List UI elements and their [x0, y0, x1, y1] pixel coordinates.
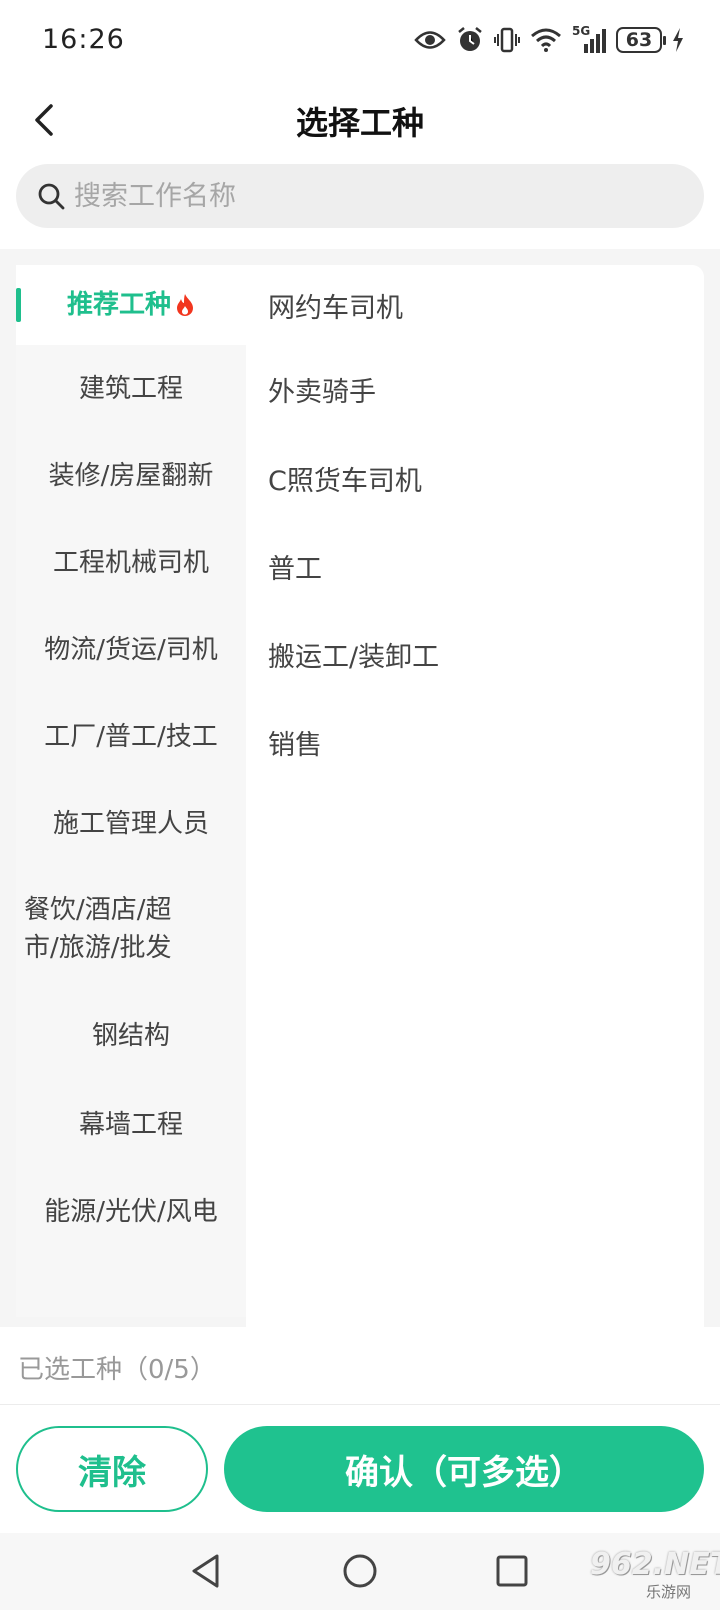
- search-bar[interactable]: [16, 164, 704, 228]
- sidebar-item-catering[interactable]: 餐饮/酒店/超市/旅游/批发: [16, 867, 246, 991]
- battery-level: 63: [625, 29, 653, 51]
- sidebar-item-label: 工厂/普工/技工: [44, 721, 218, 752]
- alarm-icon: [456, 26, 484, 54]
- network-type-label: 5G: [572, 24, 591, 38]
- nav-recents-icon[interactable]: [488, 1547, 536, 1595]
- clear-button[interactable]: 清除: [16, 1426, 208, 1512]
- status-time: 16:26: [42, 24, 125, 55]
- sidebar-item-label: 餐饮/酒店/超市/旅游/批发: [24, 895, 172, 963]
- eye-icon: [414, 29, 446, 51]
- sidebar-item-label: 建筑工程: [78, 373, 183, 404]
- job-item[interactable]: 搬运工/装卸工: [246, 610, 704, 699]
- watermark-subtext: 乐游网: [646, 1583, 692, 1601]
- system-nav-bar: 962.NET 乐游网: [0, 1533, 720, 1610]
- sidebar-item-curtain-wall[interactable]: 幕墙工程: [16, 1081, 246, 1168]
- category-sidebar: 推荐工种 建筑工程 装修/房屋翻新 工程机械司机 物流/货运/司机 工厂/普工/…: [16, 265, 246, 1317]
- wifi-icon: [530, 27, 562, 53]
- search-input[interactable]: [74, 180, 654, 212]
- battery-icon: 63: [616, 27, 666, 53]
- sidebar-item-machinery-driver[interactable]: 工程机械司机: [16, 519, 246, 606]
- page-title: 选择工种: [295, 104, 424, 142]
- sidebar-item-management[interactable]: 施工管理人员: [16, 780, 246, 867]
- search-icon: [36, 181, 66, 211]
- sidebar-item-factory[interactable]: 工厂/普工/技工: [16, 693, 246, 780]
- selected-count-label: 已选工种（0/5）: [18, 1355, 216, 1385]
- job-item[interactable]: 外卖骑手: [246, 345, 704, 434]
- job-item[interactable]: 销售: [246, 699, 704, 786]
- vibrate-icon: [494, 26, 520, 54]
- nav-back-icon[interactable]: [182, 1547, 230, 1595]
- nav-home-icon[interactable]: [336, 1547, 384, 1595]
- signal-icon: 5G: [572, 24, 606, 54]
- sidebar-item-label: 物流/货运/司机: [44, 634, 218, 665]
- sidebar-item-label: 施工管理人员: [52, 808, 209, 839]
- fire-icon: [175, 293, 195, 317]
- sidebar-item-construction[interactable]: 建筑工程: [16, 345, 246, 432]
- sidebar-item-energy[interactable]: 能源/光伏/风电: [16, 1168, 246, 1255]
- charging-icon: [672, 28, 684, 52]
- sidebar-item-logistics[interactable]: 物流/货运/司机: [16, 606, 246, 693]
- sidebar-item-steel-structure[interactable]: 钢结构: [16, 991, 246, 1081]
- sidebar-item-label: 装修/房屋翻新: [48, 460, 214, 491]
- status-icons: 5G 63: [414, 22, 684, 58]
- job-item[interactable]: 普工: [246, 523, 704, 610]
- job-item[interactable]: C照货车司机: [246, 434, 704, 523]
- active-indicator: [16, 288, 21, 322]
- watermark-text: 962.NET: [590, 1547, 720, 1582]
- action-bar: 清除 确认（可多选）: [0, 1405, 720, 1533]
- confirm-button[interactable]: 确认（可多选）: [224, 1426, 704, 1512]
- sidebar-item-renovation[interactable]: 装修/房屋翻新: [16, 432, 246, 519]
- sidebar-item-label: 能源/光伏/风电: [44, 1196, 218, 1227]
- selected-summary: 已选工种（0/5）: [0, 1327, 720, 1405]
- sidebar-item-label: 推荐工种: [66, 290, 171, 320]
- sidebar-item-recommended[interactable]: 推荐工种: [16, 265, 246, 345]
- header: 选择工种: [0, 80, 720, 160]
- sidebar-item-label: 钢结构: [91, 1021, 170, 1051]
- sidebar-item-label: 工程机械司机: [52, 547, 209, 578]
- status-bar: 16:26 5G 63: [0, 0, 720, 80]
- watermark-logo: 962.NET 乐游网: [586, 1545, 720, 1605]
- job-item[interactable]: 网约车司机: [246, 265, 704, 345]
- sidebar-item-label: 幕墙工程: [78, 1109, 183, 1140]
- job-list-panel: 网约车司机 外卖骑手 C照货车司机 普工 搬运工/装卸工 销售: [246, 265, 704, 1327]
